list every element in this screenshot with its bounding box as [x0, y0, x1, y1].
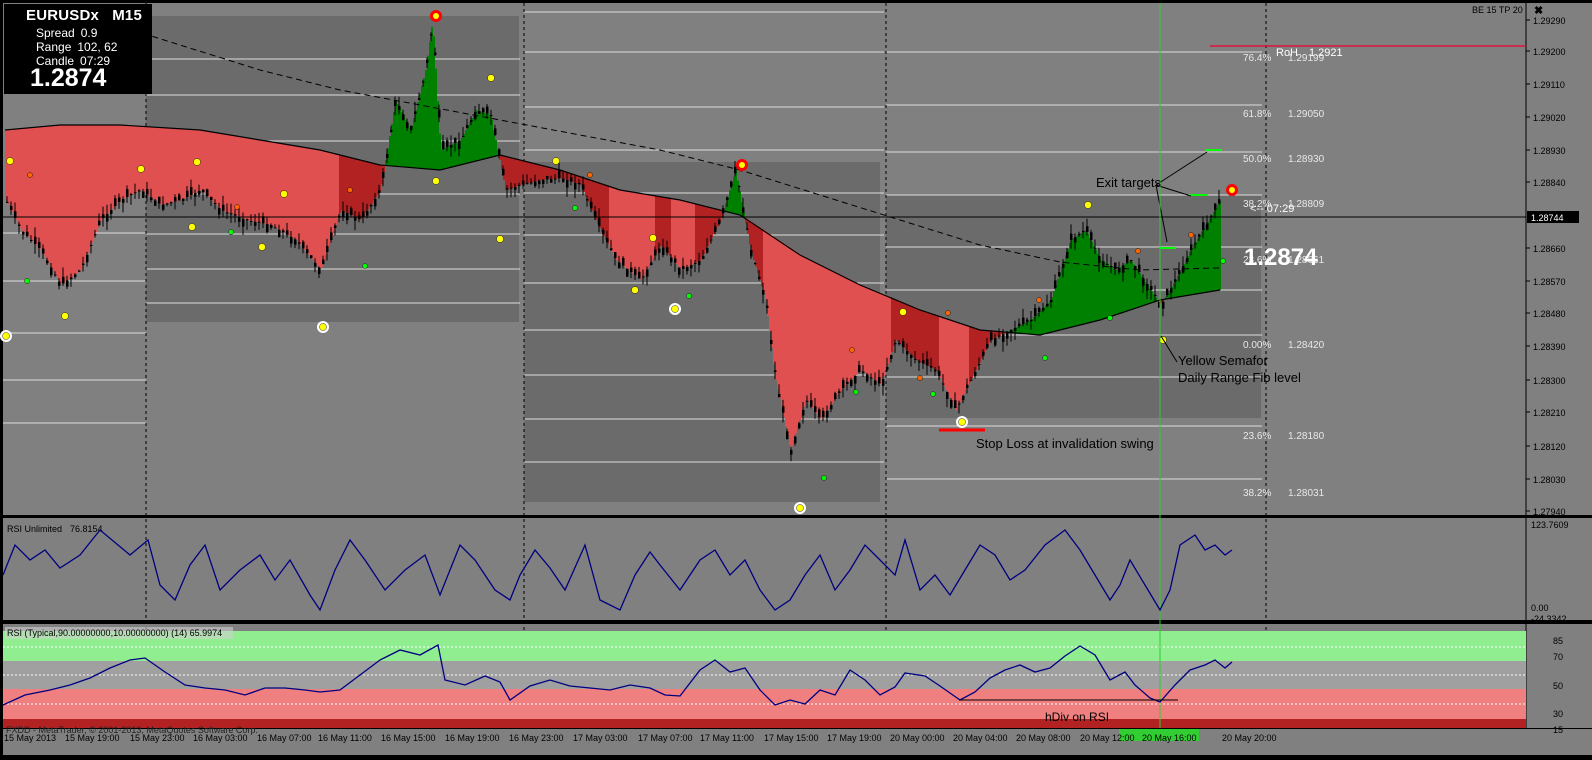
- rsi1-axis-label: -24.3342: [1531, 614, 1567, 624]
- price-axis-label: 1.29290: [1533, 16, 1566, 26]
- price-axis-label: 1.28120: [1533, 442, 1566, 452]
- symbol-label: EURUSDx M15: [26, 7, 142, 24]
- time-axis-label: 16 May 07:00: [257, 733, 312, 743]
- price-axis-label: 1.28030: [1533, 475, 1566, 485]
- fib-pct: 50.0%: [1243, 154, 1271, 165]
- time-axis-label: 15 May 2013: [4, 733, 56, 743]
- fib-price: 1.28420: [1288, 340, 1325, 351]
- rsi1-axis-label: 0.00: [1531, 603, 1549, 613]
- time-axis-label: 20 May 20:00: [1222, 733, 1277, 743]
- rsi2-axis-label: 50: [1553, 681, 1563, 691]
- rsi2-axis-label: 30: [1553, 709, 1563, 719]
- rsi1-axis-label: 123.7609: [1531, 520, 1569, 530]
- fib-price: 1.28180: [1288, 431, 1325, 442]
- price-axis-label: 1.28210: [1533, 408, 1566, 418]
- rsi-bands: [3, 631, 1526, 728]
- hdiv-label: hDiv on RSI: [1045, 710, 1109, 724]
- symbol: EURUSDx: [26, 7, 100, 24]
- timeframe: M15: [112, 7, 142, 24]
- price-axis-label: 1.27940: [1533, 507, 1566, 517]
- rsi1-title: RSI Unlimited: [7, 524, 62, 534]
- time-axis-label: 15 May 23:00: [130, 733, 185, 743]
- fib-pct: 38.2%: [1243, 488, 1271, 499]
- close-icon[interactable]: ✖: [1534, 4, 1543, 17]
- time-axis-label: 16 May 11:00: [318, 733, 372, 743]
- semafor-label-line1: Yellow Semafor: [1178, 353, 1269, 368]
- time-axis-label: 17 May 11:00: [700, 733, 754, 743]
- time-axis-label: 17 May 03:00: [573, 733, 628, 743]
- info-panel: EURUSDx M15 Spread 0.9 Range 102, 62 Candl…: [4, 4, 152, 94]
- stop-loss-label: Stop Loss at invalidation swing: [976, 436, 1154, 451]
- price-axis-label: 1.28480: [1533, 309, 1566, 319]
- metatrader-window: 1.28744 RoH 1.2921 76.4% 1.29199 61.8% 1…: [0, 0, 1592, 755]
- time-axis-label: 20 May 12:00: [1080, 733, 1135, 743]
- fib-pct: 23.6%: [1243, 431, 1271, 442]
- fib-price: 1.28031: [1288, 488, 1325, 499]
- big-price: 1.2874: [1244, 244, 1318, 271]
- price-axis-label: 1.28390: [1533, 342, 1566, 352]
- chart-canvas[interactable]: 1.28744 RoH 1.2921 76.4% 1.29199 61.8% 1…: [0, 0, 1592, 755]
- current-price-tag-text: 1.28744: [1531, 213, 1564, 223]
- range-row: Range 102, 62: [36, 40, 118, 54]
- time-axis-label: 17 May 07:00: [638, 733, 693, 743]
- time-axis-label: 20 May 04:00: [953, 733, 1008, 743]
- time-axis-label: 16 May 15:00: [381, 733, 436, 743]
- price-axis-label: 1.28570: [1533, 277, 1566, 287]
- time-axis-label: 16 May 23:00: [509, 733, 564, 743]
- time-axis-label: 20 May 08:00: [1016, 733, 1071, 743]
- price-axis-label: 1.29200: [1533, 47, 1566, 57]
- time-axis-label: 20 May 00:00: [890, 733, 945, 743]
- spread-row: Spread 0.9: [36, 26, 98, 40]
- rsi2-axis-label: 15: [1553, 725, 1563, 735]
- time-axis-label: 17 May 15:00: [764, 733, 819, 743]
- rsi2-title: RSI (Typical,90.00000000,10.00000000) (1…: [7, 628, 222, 638]
- time-axis-label: 16 May 19:00: [445, 733, 500, 743]
- candle-timer: <-- 07:29: [1250, 203, 1294, 215]
- time-axis-label: 15 May 19:00: [65, 733, 120, 743]
- price-axis-label: 1.28930: [1533, 146, 1566, 156]
- rsi2-axis-label: 70: [1553, 652, 1563, 662]
- rsi2-axis-label: 85: [1553, 636, 1563, 646]
- time-axis-label: 16 May 03:00: [193, 733, 248, 743]
- rsi-unlimited-panel[interactable]: [3, 518, 1526, 620]
- fib-price: 1.29199: [1288, 53, 1325, 64]
- fib-pct: 61.8%: [1243, 109, 1271, 120]
- fib-pct: 0.00%: [1243, 340, 1271, 351]
- price-axis-label: 1.29110: [1533, 80, 1565, 90]
- info-price: 1.2874: [30, 64, 107, 92]
- price-axis-label: 1.28660: [1533, 244, 1566, 254]
- price-axis-label: 1.29020: [1533, 113, 1566, 123]
- semafor-label-line2: Daily Range Fib level: [1178, 370, 1301, 385]
- price-axis-label: 1.28840: [1533, 178, 1566, 188]
- fib-price: 1.29050: [1288, 109, 1325, 120]
- price-axis-label: 1.28300: [1533, 376, 1566, 386]
- time-axis-label: 17 May 19:00: [827, 733, 882, 743]
- time-axis-labels: 15 May 2013 15 May 19:00 15 May 23:00 16 Ma…: [4, 733, 1277, 743]
- fib-price: 1.28930: [1288, 154, 1325, 165]
- time-axis-label: 20 May 16:00: [1142, 733, 1197, 743]
- be-tp-label: BE 15 TP 20: [1472, 5, 1523, 15]
- exit-targets-label: Exit targets: [1096, 175, 1162, 190]
- fib-pct: 76.4%: [1243, 53, 1271, 64]
